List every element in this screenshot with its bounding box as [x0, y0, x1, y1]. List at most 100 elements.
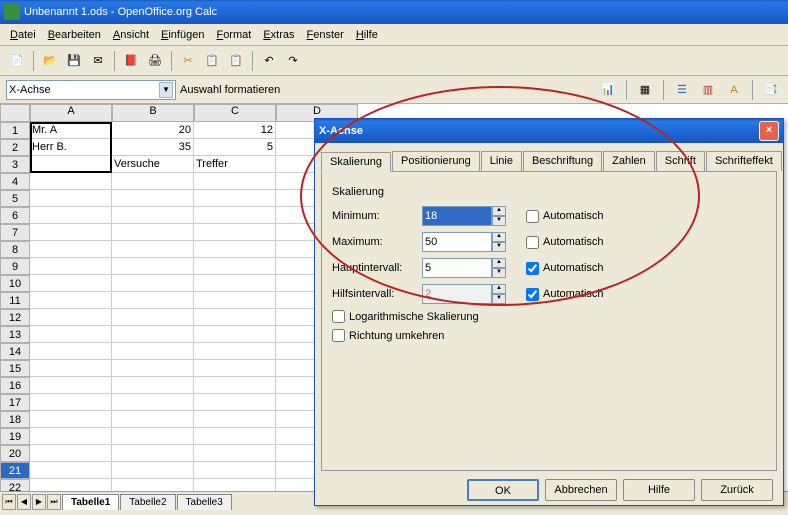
input-hilfsintervall[interactable]: [422, 284, 492, 304]
tab-schrift[interactable]: Schrift: [656, 151, 705, 171]
row-header[interactable]: 18: [0, 411, 30, 428]
col-header[interactable]: C: [194, 104, 276, 122]
row-header[interactable]: 14: [0, 343, 30, 360]
row-header[interactable]: 10: [0, 275, 30, 292]
cell[interactable]: [30, 326, 112, 343]
cell[interactable]: [112, 190, 194, 207]
cell[interactable]: [30, 445, 112, 462]
checkbox-min-auto[interactable]: [526, 210, 539, 223]
cell[interactable]: 12: [194, 122, 276, 139]
cell[interactable]: [194, 394, 276, 411]
cell[interactable]: [112, 275, 194, 292]
tab-beschriftung[interactable]: Beschriftung: [523, 151, 602, 171]
cell[interactable]: [194, 462, 276, 479]
row-header[interactable]: 15: [0, 360, 30, 377]
cell[interactable]: [112, 428, 194, 445]
checkbox-major-auto[interactable]: [526, 262, 539, 275]
axis-icon[interactable]: A: [723, 79, 745, 101]
row-header[interactable]: 2: [0, 139, 30, 156]
cell[interactable]: [30, 173, 112, 190]
tab-skalierung[interactable]: Skalierung: [321, 152, 391, 172]
spinner-minimum[interactable]: ▲▼: [492, 206, 506, 226]
cell[interactable]: Herr B.: [30, 139, 112, 156]
cell[interactable]: [30, 462, 112, 479]
legend-icon[interactable]: 📑: [760, 79, 782, 101]
cut-icon[interactable]: ✂: [177, 50, 199, 72]
cell[interactable]: [112, 377, 194, 394]
menu-hilfe[interactable]: Hilfe: [350, 27, 384, 43]
cancel-button[interactable]: Abbrechen: [545, 479, 617, 501]
cell[interactable]: [112, 224, 194, 241]
checkbox-minor-auto[interactable]: [526, 288, 539, 301]
cell[interactable]: [30, 394, 112, 411]
row-header[interactable]: 20: [0, 445, 30, 462]
tab-next-icon[interactable]: ▶: [32, 494, 46, 510]
row-header[interactable]: 4: [0, 173, 30, 190]
cell[interactable]: 5: [194, 139, 276, 156]
cell[interactable]: [112, 309, 194, 326]
cell[interactable]: [30, 224, 112, 241]
row-header[interactable]: 1: [0, 122, 30, 139]
cell[interactable]: [30, 343, 112, 360]
spinner-maximum[interactable]: ▲▼: [492, 232, 506, 252]
cell[interactable]: 35: [112, 139, 194, 156]
cell[interactable]: [30, 156, 112, 173]
grid-v-icon[interactable]: ▥: [697, 79, 719, 101]
chevron-down-icon[interactable]: ▼: [159, 82, 173, 98]
close-icon[interactable]: ×: [759, 121, 779, 141]
row-header[interactable]: 3: [0, 156, 30, 173]
tab-first-icon[interactable]: ⏮: [2, 494, 16, 510]
checkbox-log[interactable]: [332, 310, 345, 323]
cell[interactable]: [112, 360, 194, 377]
sheet-tab-3[interactable]: Tabelle3: [177, 494, 232, 510]
cell[interactable]: [194, 343, 276, 360]
spinner-hauptintervall[interactable]: ▲▼: [492, 258, 506, 278]
cell[interactable]: [194, 207, 276, 224]
menu-format[interactable]: Format: [210, 27, 257, 43]
tab-prev-icon[interactable]: ◀: [17, 494, 31, 510]
menu-bearbeiten[interactable]: Bearbeiten: [42, 27, 107, 43]
cell[interactable]: [194, 275, 276, 292]
cell[interactable]: [30, 207, 112, 224]
cell[interactable]: [194, 241, 276, 258]
copy-icon[interactable]: 📋: [201, 50, 223, 72]
row-header[interactable]: 21: [0, 462, 30, 479]
spinner-hilfsintervall[interactable]: ▲▼: [492, 284, 506, 304]
grid-h-icon[interactable]: ☰: [671, 79, 693, 101]
row-header[interactable]: 5: [0, 190, 30, 207]
ok-button[interactable]: OK: [467, 479, 539, 501]
cell[interactable]: [112, 258, 194, 275]
cell[interactable]: [30, 241, 112, 258]
row-header[interactable]: 13: [0, 326, 30, 343]
name-box[interactable]: X-Achse ▼: [6, 80, 176, 100]
undo-icon[interactable]: ↶: [258, 50, 280, 72]
cell[interactable]: [30, 275, 112, 292]
cell[interactable]: [194, 292, 276, 309]
cell[interactable]: [194, 445, 276, 462]
chart-area-icon[interactable]: 📊: [597, 79, 619, 101]
cell[interactable]: [194, 326, 276, 343]
sheet-tab-2[interactable]: Tabelle2: [120, 494, 175, 510]
cell[interactable]: 20: [112, 122, 194, 139]
cell[interactable]: [112, 241, 194, 258]
checkbox-max-auto[interactable]: [526, 236, 539, 249]
print-icon[interactable]: 🖨: [144, 50, 166, 72]
input-maximum[interactable]: [422, 232, 492, 252]
tab-last-icon[interactable]: ⏭: [47, 494, 61, 510]
mail-icon[interactable]: ✉: [87, 50, 109, 72]
menu-extras[interactable]: Extras: [257, 27, 300, 43]
tab-positionierung[interactable]: Positionierung: [392, 151, 480, 171]
row-header[interactable]: 12: [0, 309, 30, 326]
cell[interactable]: [30, 309, 112, 326]
cell[interactable]: [112, 343, 194, 360]
cell[interactable]: [30, 190, 112, 207]
back-button[interactable]: Zurück: [701, 479, 773, 501]
cell[interactable]: [112, 173, 194, 190]
data-range-icon[interactable]: ▦: [634, 79, 656, 101]
dialog-titlebar[interactable]: X-Achse ×: [315, 119, 783, 143]
row-header[interactable]: 19: [0, 428, 30, 445]
paste-icon[interactable]: 📋: [225, 50, 247, 72]
select-all-corner[interactable]: [0, 104, 30, 122]
checkbox-reverse[interactable]: [332, 329, 345, 342]
cell[interactable]: [112, 445, 194, 462]
